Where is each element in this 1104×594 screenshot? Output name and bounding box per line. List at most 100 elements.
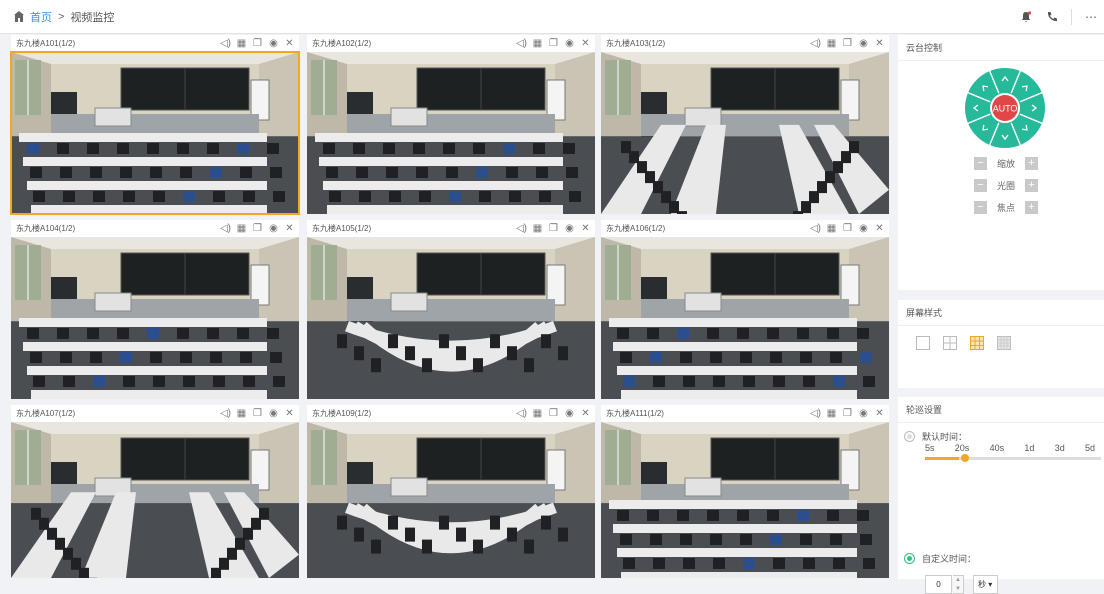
default-time-option: 默认时间： (904, 430, 967, 443)
camera-header: 东九楼A104(1/2)◁)▦❐◉✕ (11, 220, 299, 237)
close-icon[interactable]: ✕ (874, 223, 885, 234)
video-frame[interactable] (601, 52, 889, 214)
interval-tick-label[interactable]: 5s (925, 443, 935, 453)
breadcrumb-home-link[interactable]: 首页 (30, 9, 52, 25)
copy-icon[interactable]: ❐ (842, 223, 853, 234)
record-icon[interactable]: ◉ (564, 38, 575, 49)
video-frame[interactable] (307, 52, 595, 214)
default-time-radio[interactable] (904, 431, 915, 442)
video-frame[interactable] (11, 237, 299, 399)
bell-icon[interactable] (1013, 0, 1039, 34)
close-icon[interactable]: ✕ (874, 408, 885, 419)
polling-title: 轮巡设置 (898, 397, 1104, 423)
iris-minus-button[interactable]: − (974, 179, 987, 192)
snapshot-icon[interactable]: ▦ (532, 38, 543, 49)
snapshot-icon[interactable]: ▦ (532, 223, 543, 234)
camera-cell[interactable]: 东九楼A106(1/2)◁)▦❐◉✕ (601, 220, 889, 399)
snapshot-icon[interactable]: ▦ (236, 38, 247, 49)
volume-icon[interactable]: ◁) (810, 408, 821, 419)
volume-icon[interactable]: ◁) (516, 38, 527, 49)
zoom-in-button[interactable]: + (1025, 157, 1038, 170)
stepper-down-icon[interactable]: ▼ (955, 586, 961, 592)
layout-3x3-button[interactable] (970, 336, 984, 350)
polling-panel: 轮巡设置 默认时间： 5s20s40s1d3d5d 自定义时间： 0 ▲▼ 秒 … (898, 397, 1104, 579)
focus-plus-button[interactable]: + (1025, 201, 1038, 214)
copy-icon[interactable]: ❐ (842, 38, 853, 49)
volume-icon[interactable]: ◁) (516, 223, 527, 234)
snapshot-icon[interactable]: ▦ (826, 38, 837, 49)
close-icon[interactable]: ✕ (580, 408, 591, 419)
camera-cell[interactable]: 东九楼A103(1/2)◁) ▦ ❐ ◉ ✕ (601, 35, 889, 214)
interval-slider[interactable] (925, 457, 1101, 460)
close-icon[interactable]: ✕ (580, 38, 591, 49)
copy-icon[interactable]: ❐ (252, 408, 263, 419)
record-icon[interactable]: ◉ (858, 223, 869, 234)
slider-thumb[interactable] (961, 454, 969, 462)
camera-cell[interactable]: 东九楼A104(1/2)◁)▦❐◉✕ (11, 220, 299, 399)
camera-cell[interactable]: 东九楼A101(1/2)◁)▦❐◉✕ (11, 35, 299, 214)
video-frame[interactable] (601, 422, 889, 578)
copy-icon[interactable]: ❐ (252, 38, 263, 49)
more-icon[interactable]: ⋯ (1078, 0, 1104, 34)
layout-2x2-button[interactable] (943, 336, 957, 350)
camera-name: 东九楼A103(1/2) (606, 38, 810, 49)
layout-4x4-button[interactable] (997, 336, 1011, 350)
interval-tick-label[interactable]: 1d (1024, 443, 1034, 453)
volume-icon[interactable]: ◁) (516, 408, 527, 419)
iris-plus-button[interactable]: + (1025, 179, 1038, 192)
custom-time-stepper[interactable]: ▲▼ (953, 575, 964, 594)
video-frame[interactable] (11, 422, 299, 578)
record-icon[interactable]: ◉ (268, 38, 279, 49)
copy-icon[interactable]: ❐ (548, 38, 559, 49)
record-icon[interactable]: ◉ (564, 408, 575, 419)
zoom-out-button[interactable]: − (974, 157, 987, 170)
close-icon[interactable]: ✕ (284, 408, 295, 419)
video-frame[interactable] (307, 237, 595, 399)
camera-header: 东九楼A111(1/2)◁)▦❐◉✕ (601, 405, 889, 422)
copy-icon[interactable]: ❐ (252, 223, 263, 234)
custom-time-radio[interactable] (904, 553, 915, 564)
camera-name: 东九楼A107(1/2) (16, 408, 220, 419)
camera-cell[interactable]: 东九楼A109(1/2)◁)▦❐◉✕ (307, 405, 595, 578)
snapshot-icon[interactable]: ▦ (826, 223, 837, 234)
interval-tick-label[interactable]: 5d (1085, 443, 1095, 453)
video-frame[interactable] (11, 52, 299, 214)
close-icon[interactable]: ✕ (284, 38, 295, 49)
snapshot-icon[interactable]: ▦ (532, 408, 543, 419)
record-icon[interactable]: ◉ (268, 408, 279, 419)
volume-icon[interactable]: ◁) (220, 38, 231, 49)
copy-icon[interactable]: ❐ (842, 408, 853, 419)
copy-icon[interactable]: ❐ (548, 223, 559, 234)
record-icon[interactable]: ◉ (268, 223, 279, 234)
close-icon[interactable]: ✕ (580, 223, 591, 234)
close-icon[interactable]: ✕ (284, 223, 295, 234)
record-icon[interactable]: ◉ (564, 223, 575, 234)
stepper-up-icon[interactable]: ▲ (955, 577, 961, 583)
interval-tick-label[interactable]: 3d (1055, 443, 1065, 453)
snapshot-icon[interactable]: ▦ (826, 408, 837, 419)
custom-time-input[interactable]: 0 (925, 575, 952, 594)
close-icon[interactable]: ✕ (874, 38, 885, 49)
time-unit-select[interactable]: 秒 ▾ (973, 575, 998, 594)
interval-tick-label[interactable]: 20s (955, 443, 970, 453)
copy-icon[interactable]: ❐ (548, 408, 559, 419)
volume-icon[interactable]: ◁) (810, 38, 821, 49)
camera-cell[interactable]: 东九楼A102(1/2)◁)▦❐◉✕ (307, 35, 595, 214)
focus-minus-button[interactable]: − (974, 201, 987, 214)
video-frame[interactable] (601, 237, 889, 399)
camera-cell[interactable]: 东九楼A111(1/2)◁)▦❐◉✕ (601, 405, 889, 578)
camera-cell[interactable]: 东九楼A107(1/2)◁) ▦ ❐ ◉ ✕ (11, 405, 299, 578)
layout-1x1-button[interactable] (916, 336, 930, 350)
volume-icon[interactable]: ◁) (810, 223, 821, 234)
interval-tick-label[interactable]: 40s (990, 443, 1005, 453)
ptz-control-wheel[interactable]: AUTO (964, 67, 1046, 149)
phone-icon[interactable] (1039, 0, 1065, 34)
camera-cell[interactable]: 东九楼A105(1/2)◁)▦❐◉✕ (307, 220, 595, 399)
snapshot-icon[interactable]: ▦ (236, 408, 247, 419)
snapshot-icon[interactable]: ▦ (236, 223, 247, 234)
record-icon[interactable]: ◉ (858, 408, 869, 419)
volume-icon[interactable]: ◁) (220, 223, 231, 234)
video-frame[interactable] (307, 422, 595, 578)
record-icon[interactable]: ◉ (858, 38, 869, 49)
volume-icon[interactable]: ◁) (220, 408, 231, 419)
